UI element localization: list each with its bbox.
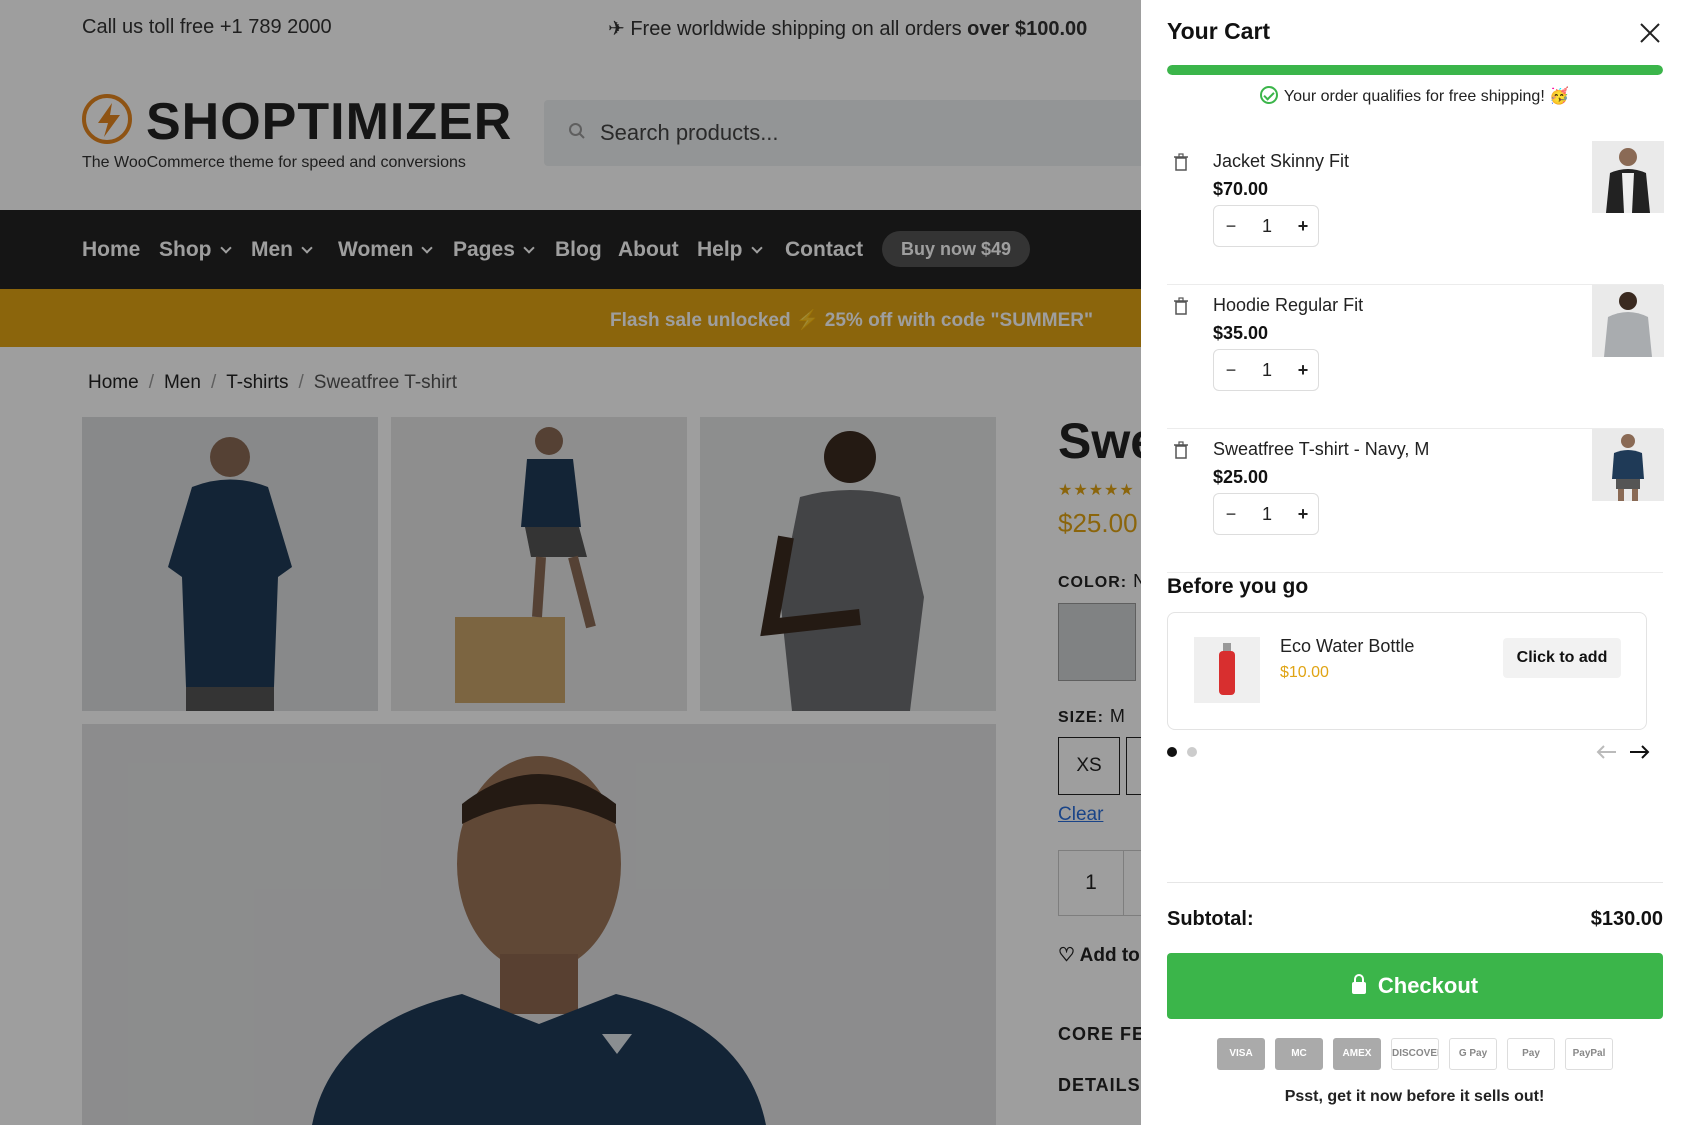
cart-item-thumbnail[interactable] — [1592, 429, 1664, 501]
paypal-icon: PayPal — [1565, 1038, 1613, 1070]
cart-item-name[interactable]: Sweatfree T-shirt - Navy, M — [1213, 439, 1429, 460]
arrow-left-icon[interactable] — [1594, 740, 1618, 764]
upsell-name[interactable]: Eco Water Bottle — [1280, 636, 1414, 657]
discover-icon: DISCOVER — [1391, 1038, 1439, 1070]
before-you-go-heading: Before you go — [1167, 575, 1309, 598]
cart-item-price: $70.00 — [1213, 179, 1269, 199]
visa-icon: VISA — [1217, 1038, 1265, 1070]
cart-item-thumbnail[interactable] — [1592, 285, 1664, 357]
decrease-button[interactable]: − — [1214, 206, 1248, 246]
carousel-dot[interactable] — [1187, 747, 1197, 757]
trash-icon[interactable] — [1173, 441, 1189, 459]
shipping-progress-fill — [1167, 65, 1663, 75]
mastercard-icon: MC — [1275, 1038, 1323, 1070]
shipping-progress-bar — [1167, 65, 1663, 75]
check-circle-icon — [1259, 86, 1278, 104]
checkout-button[interactable]: Checkout — [1167, 953, 1663, 1019]
cart-drawer: Your Cart Your order qualifies for free … — [1141, 0, 1688, 1125]
increase-button[interactable]: + — [1286, 206, 1320, 246]
close-icon[interactable] — [1637, 20, 1663, 46]
carousel-arrows — [1594, 740, 1664, 764]
page-dim-overlay[interactable] — [0, 0, 1141, 1125]
cart-item-price: $25.00 — [1213, 467, 1269, 487]
quantity-value[interactable]: 1 — [1248, 206, 1286, 246]
quantity-value[interactable]: 1 — [1248, 350, 1286, 390]
trash-icon[interactable] — [1173, 153, 1189, 171]
quantity-stepper: −1 + — [1213, 493, 1319, 535]
google-pay-icon: G Pay — [1449, 1038, 1497, 1070]
increase-button[interactable]: + — [1286, 350, 1320, 390]
quantity-stepper: −1 + — [1213, 205, 1319, 247]
cart-item-name[interactable]: Jacket Skinny Fit — [1213, 151, 1349, 172]
divider — [1167, 882, 1663, 883]
cart-title: Your Cart — [1167, 18, 1271, 44]
quantity-value[interactable]: 1 — [1248, 494, 1286, 534]
cart-item-thumbnail[interactable] — [1592, 141, 1664, 213]
urgency-note: Psst, get it now before it sells out! — [1284, 1088, 1545, 1105]
subtotal-value: $130.00 — [1590, 908, 1663, 930]
payment-methods: VISA MC AMEX DISCOVER G Pay Pay PayPal — [1217, 1038, 1617, 1070]
cart-item-price: $35.00 — [1213, 323, 1269, 343]
upsell-price: $10.00 — [1280, 664, 1329, 681]
cart-item-name[interactable]: Hoodie Regular Fit — [1213, 295, 1363, 316]
upsell-thumbnail[interactable] — [1194, 637, 1260, 703]
decrease-button[interactable]: − — [1214, 494, 1248, 534]
free-shipping-message: Your order qualifies for free shipping! … — [1141, 86, 1688, 106]
quantity-stepper: −1 + — [1213, 349, 1319, 391]
apple-pay-icon: Pay — [1507, 1038, 1555, 1070]
carousel-dot-active[interactable] — [1167, 747, 1177, 757]
cart-item: Hoodie Regular Fit $35.00 −1 + — [1167, 285, 1664, 429]
cart-item: Sweatfree T-shirt - Navy, M $25.00 −1 + — [1167, 429, 1664, 573]
lock-icon — [1351, 974, 1366, 994]
free-shipping-text: Your order qualifies for free shipping! … — [1283, 88, 1570, 105]
amex-icon: AMEX — [1333, 1038, 1381, 1070]
cart-item: Jacket Skinny Fit $70.00 −1 + — [1167, 141, 1664, 285]
checkout-label: Checkout — [1377, 973, 1479, 998]
decrease-button[interactable]: − — [1214, 350, 1248, 390]
subtotal-label: Subtotal: — [1167, 908, 1254, 930]
upsell-card: Eco Water Bottle $10.00 Click to add — [1167, 612, 1647, 730]
click-to-add-button[interactable]: Click to add — [1503, 638, 1621, 678]
arrow-right-icon[interactable] — [1628, 740, 1652, 764]
trash-icon[interactable] — [1173, 297, 1189, 315]
increase-button[interactable]: + — [1286, 494, 1320, 534]
